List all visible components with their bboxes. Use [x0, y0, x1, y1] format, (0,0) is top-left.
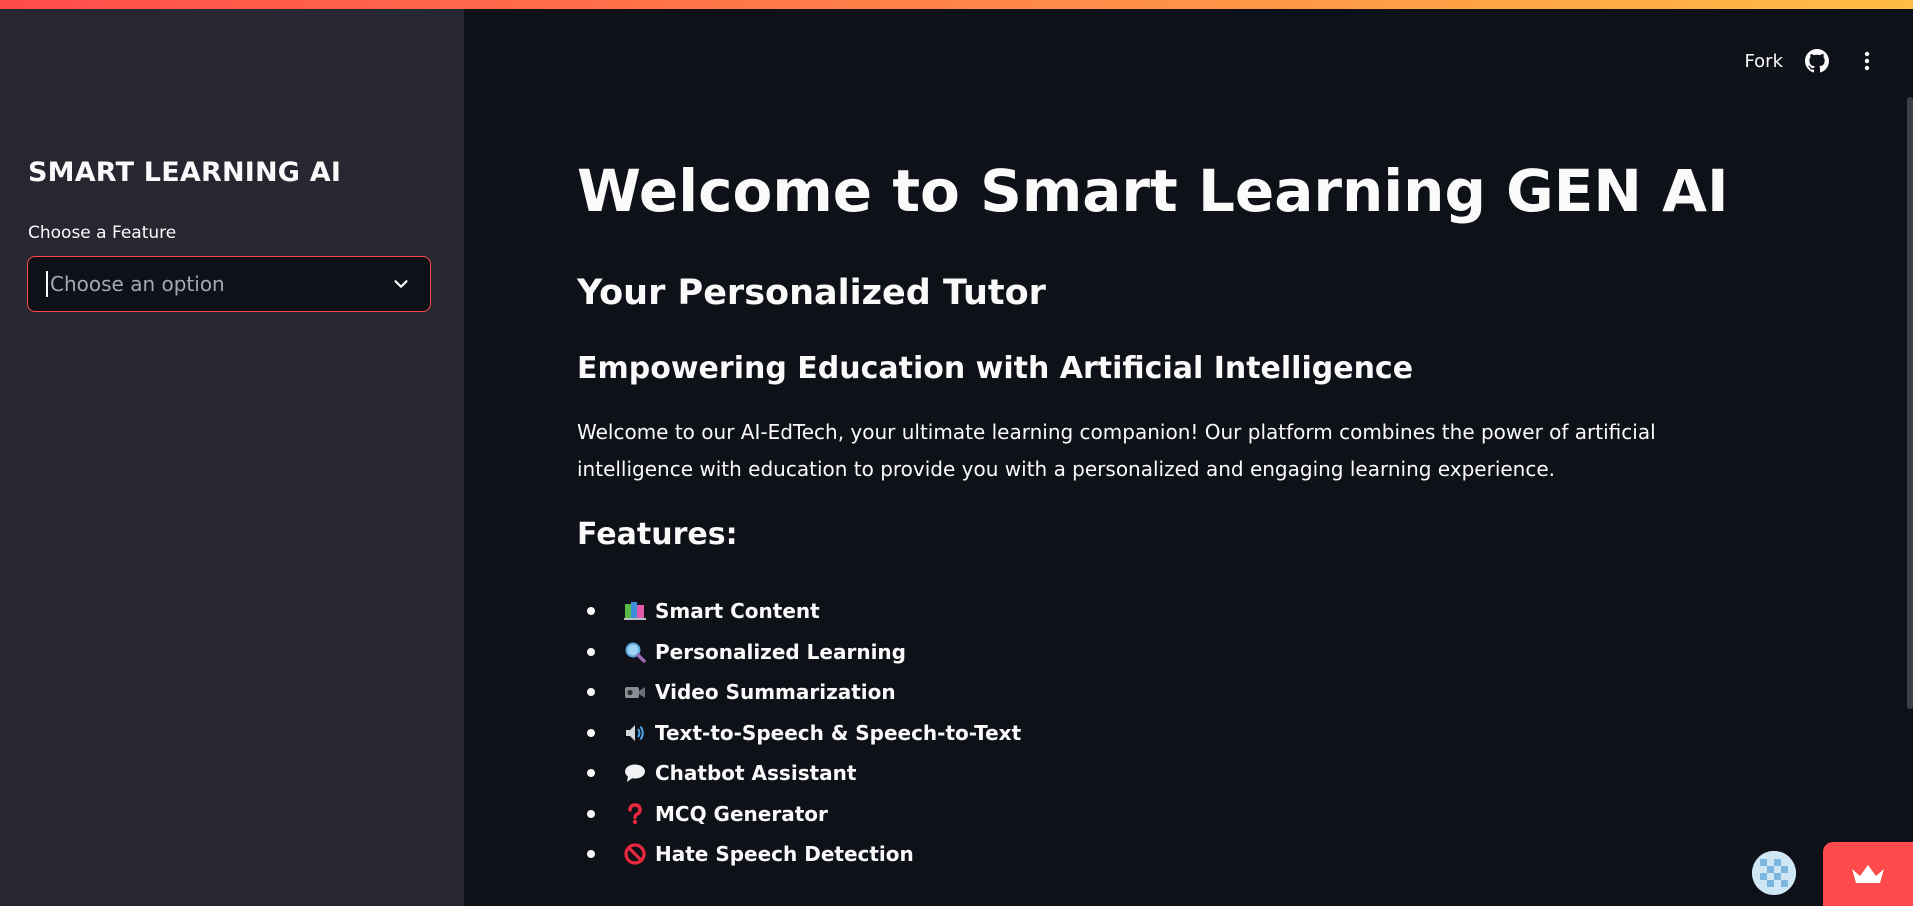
feature-label: Hate Speech Detection	[655, 842, 914, 867]
bullet	[587, 809, 595, 818]
feature-select[interactable]: Choose an option	[27, 256, 431, 312]
bullet	[587, 850, 595, 859]
sidebar: SMART LEARNING AI Choose a Feature Choos…	[0, 9, 464, 906]
feature-label: Smart Content	[655, 599, 820, 624]
main-content: Fork Welcome to Smart Learning GEN AI Yo…	[464, 9, 1913, 906]
more-options-icon[interactable]	[1851, 45, 1883, 77]
speech-bubble-icon	[623, 761, 647, 785]
feature-label: Personalized Learning	[655, 639, 906, 664]
page-subtitle: Your Personalized Tutor	[577, 273, 1046, 313]
feature-select-label: Choose a Feature	[28, 223, 177, 243]
bullet	[587, 647, 595, 656]
speaker-icon	[623, 721, 647, 745]
avatar[interactable]	[1752, 851, 1796, 895]
feature-list: Smart Content Personalized Learning Vide…	[577, 591, 1021, 875]
bullet	[587, 769, 595, 778]
feature-label: MCQ Generator	[655, 801, 828, 826]
page-title: Welcome to Smart Learning GEN AI	[577, 157, 1729, 225]
text-cursor	[46, 271, 48, 297]
list-item: Hate Speech Detection	[577, 834, 1021, 875]
feature-label: Text-to-Speech & Speech-to-Text	[655, 720, 1022, 745]
features-heading: Features:	[577, 517, 738, 552]
magnifier-icon	[623, 640, 647, 664]
manage-app-button[interactable]	[1823, 842, 1913, 906]
bullet	[587, 688, 595, 697]
feature-select-placeholder: Choose an option	[50, 272, 225, 296]
top-decoration-stripe	[0, 0, 1913, 9]
intro-paragraph: Welcome to our AI-EdTech, your ultimate …	[577, 420, 1656, 481]
sidebar-title: SMART LEARNING AI	[28, 157, 342, 188]
video-camera-icon	[623, 680, 647, 704]
bullet	[587, 728, 595, 737]
list-item: Chatbot Assistant	[577, 753, 1021, 794]
question-mark-icon	[623, 802, 647, 826]
chevron-down-icon[interactable]	[390, 273, 412, 295]
list-item: Smart Content	[577, 591, 1021, 632]
github-icon[interactable]	[1801, 45, 1833, 77]
bullet	[587, 607, 595, 616]
list-item: Personalized Learning	[577, 632, 1021, 673]
list-item: MCQ Generator	[577, 794, 1021, 835]
list-item: Video Summarization	[577, 672, 1021, 713]
prohibited-icon	[623, 842, 647, 866]
crown-icon	[1852, 865, 1884, 883]
list-item: Text-to-Speech & Speech-to-Text	[577, 713, 1021, 754]
books-icon	[623, 599, 647, 623]
feature-label: Video Summarization	[655, 680, 896, 705]
feature-label: Chatbot Assistant	[655, 761, 857, 786]
scrollbar[interactable]	[1907, 97, 1913, 709]
fork-button[interactable]: Fork	[1744, 51, 1783, 72]
app-header: Fork	[1744, 45, 1883, 77]
page-tagline: Empowering Education with Artificial Int…	[577, 351, 1414, 386]
